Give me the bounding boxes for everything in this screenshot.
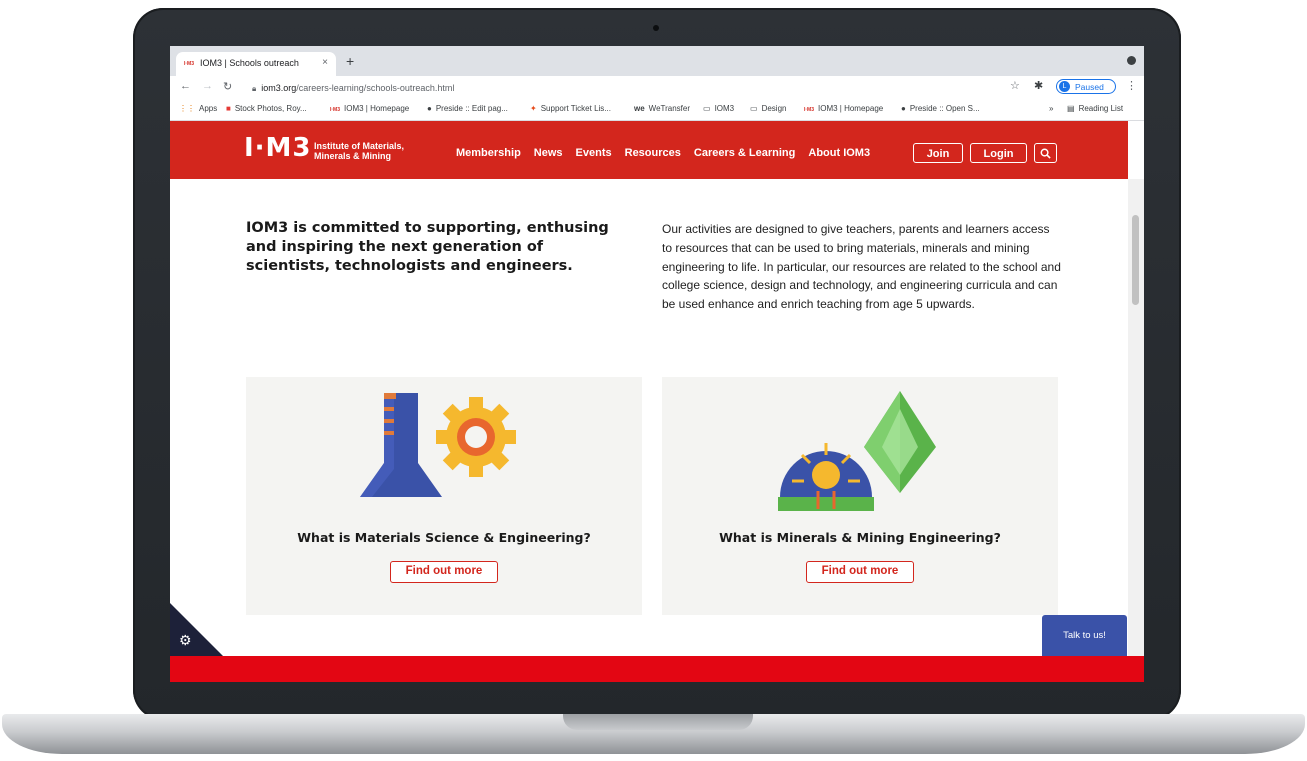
screen: I·M3 IOM3 | Schools outreach × + ← → ↻ 🔒… (170, 46, 1144, 682)
find-out-more-button[interactable]: Find out more (390, 561, 498, 583)
bookmark-item[interactable]: ✦ Support Ticket Lis... (530, 104, 611, 113)
reading-list-icon: ▤ (1067, 104, 1075, 113)
browser-menu-icon[interactable]: ⋮ (1126, 79, 1137, 92)
tab-favicon-icon: I·M3 (184, 61, 194, 67)
intro-paragraph: Our activities are designed to give teac… (662, 222, 1061, 312)
bookmark-label: IOM3 (714, 104, 735, 113)
back-icon[interactable]: ← (180, 80, 191, 92)
nav-about[interactable]: About IOM3 (808, 147, 870, 159)
bookmark-item[interactable]: ■ Stock Photos, Roy... (226, 104, 307, 113)
tab-bar: I·M3 IOM3 | Schools outreach × + (170, 46, 1144, 76)
bookmark-label: WeTransfer (648, 104, 691, 113)
nav-news[interactable]: News (534, 147, 563, 159)
url-domain: iom3.org (261, 83, 297, 93)
apps-grid-icon: ⋮⋮ (179, 104, 195, 113)
close-tab-icon[interactable]: × (322, 57, 328, 68)
logo-line-2: Minerals & Mining (314, 151, 392, 161)
nav-events[interactable]: Events (576, 147, 612, 159)
card-title: What is Materials Science & Engineering? (297, 530, 591, 545)
lead-heading: IOM3 is committed to supporting, enthusi… (246, 220, 609, 274)
bookmark-label: IOM3 | Homepage (818, 104, 884, 113)
bookmark-star-icon[interactable]: ☆ (1010, 79, 1020, 92)
window-menu-icon[interactable] (1127, 56, 1136, 65)
wetransfer-icon: we (634, 104, 645, 113)
profile-button[interactable]: L Paused (1056, 79, 1116, 94)
url-path: /careers-learning/schools-outreach.html (296, 83, 455, 93)
card-title: What is Minerals & Mining Engineering? (719, 530, 1001, 545)
bookmark-label: Preside :: Open S... (909, 104, 980, 113)
search-button[interactable] (1034, 143, 1057, 163)
url-field[interactable]: 🔒︎ iom3.org/careers-learning/schools-outr… (252, 80, 1046, 96)
bookmark-item[interactable]: I·M3 IOM3 | Homepage (330, 104, 409, 113)
logo-subtitle: Institute of Materials, Minerals & Minin… (314, 141, 404, 161)
nav-careers-learning[interactable]: Careers & Learning (694, 147, 795, 159)
site-header: I·M3 Institute of Materials, Minerals & … (170, 121, 1128, 179)
join-button[interactable]: Join (913, 143, 963, 163)
extensions-icon[interactable]: ✱ (1034, 79, 1043, 92)
iom3-favicon-icon: I·M3 (804, 107, 814, 113)
bookmark-item[interactable]: ● Preside :: Edit pag... (427, 104, 508, 113)
bookmark-label: Design (761, 104, 787, 113)
preside-icon: ● (901, 104, 906, 113)
laptop-notch (563, 714, 753, 730)
address-bar: ← → ↻ 🔒︎ iom3.org/careers-learning/school… (170, 76, 1144, 98)
bookmark-overflow[interactable]: » (1049, 104, 1053, 113)
card-materials: What is Materials Science & Engineering?… (246, 377, 642, 615)
bookmark-label: Stock Photos, Roy... (234, 104, 307, 113)
main-nav: Membership News Events Resources Careers & L… (456, 147, 883, 159)
card-minerals: What is Minerals & Mining Engineering? F… (662, 377, 1058, 615)
talk-to-us-button[interactable]: Talk to us! (1042, 615, 1127, 656)
bookmark-label: Support Ticket Lis... (540, 104, 611, 113)
stock-photo-icon: ■ (226, 104, 231, 113)
site-logo[interactable]: I·M3 (244, 133, 312, 163)
gear-icon[interactable]: ⚙ (179, 632, 192, 649)
footer-bar (170, 656, 1144, 682)
bookmark-item[interactable]: ▭ Design (750, 104, 786, 113)
scrollbar-thumb[interactable] (1132, 215, 1139, 305)
bookmark-label: Preside :: Edit pag... (435, 104, 508, 113)
folder-icon: ▭ (703, 104, 711, 113)
bookmark-label: Apps (199, 104, 218, 113)
flask-gear-icon (360, 393, 516, 497)
profile-status: Paused (1075, 82, 1104, 92)
find-out-more-button[interactable]: Find out more (806, 561, 914, 583)
nav-membership[interactable]: Membership (456, 147, 521, 159)
reading-list-label: Reading List (1078, 104, 1124, 113)
login-button[interactable]: Login (970, 143, 1027, 163)
bookmarks-bar: ⋮⋮ Apps ■ Stock Photos, Roy... I·M3 IOM3 | … (170, 98, 1144, 121)
bookmark-label: IOM3 | Homepage (344, 104, 410, 113)
iom3-favicon-icon: I·M3 (330, 107, 340, 113)
bookmark-item[interactable]: ● Preside :: Open S... (901, 104, 980, 113)
preside-icon: ● (427, 104, 432, 113)
bookmark-apps[interactable]: ⋮⋮ Apps (179, 104, 217, 113)
support-icon: ✦ (530, 104, 537, 113)
bookmark-item[interactable]: we WeTransfer (634, 104, 690, 113)
bookmark-item[interactable]: I·M3 IOM3 | Homepage (804, 104, 883, 113)
forward-icon[interactable]: → (202, 80, 213, 92)
camera-dot (653, 25, 659, 31)
logo-line-1: Institute of Materials, (314, 141, 405, 151)
tab-title: IOM3 | Schools outreach (200, 58, 299, 68)
nav-resources[interactable]: Resources (625, 147, 681, 159)
folder-icon: ▭ (750, 104, 758, 113)
new-tab-button[interactable]: + (346, 53, 354, 69)
reading-list[interactable]: ▤ Reading List (1067, 104, 1123, 113)
lock-icon: 🔒︎ (252, 84, 257, 93)
avatar: L (1059, 81, 1070, 92)
reload-icon[interactable]: ↻ (223, 80, 232, 93)
bookmark-item[interactable]: ▭ IOM3 (703, 104, 734, 113)
search-icon (1040, 148, 1051, 159)
gem-mine-icon (778, 391, 936, 511)
scrollbar[interactable] (1128, 179, 1144, 656)
browser-tab[interactable]: I·M3 IOM3 | Schools outreach × (176, 52, 336, 76)
